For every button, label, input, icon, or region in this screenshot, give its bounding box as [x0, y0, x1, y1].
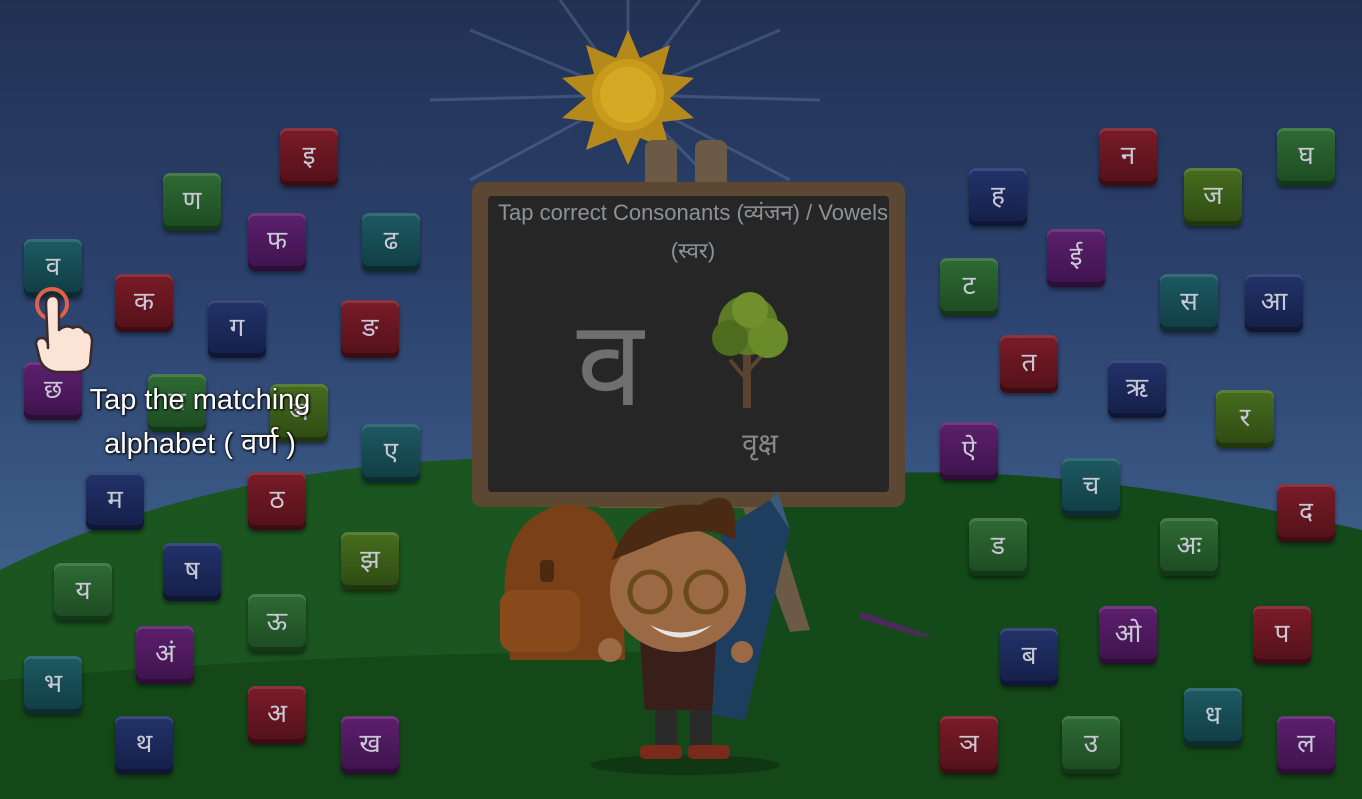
letter-tile[interactable]: आ: [1245, 274, 1303, 332]
letter-tile[interactable]: ए: [362, 424, 420, 482]
letter-tile[interactable]: क: [115, 274, 173, 332]
letter-tile[interactable]: य: [54, 563, 112, 621]
letter-tile[interactable]: त: [1000, 335, 1058, 393]
letter-tile[interactable]: ल: [1277, 716, 1335, 774]
board-word: वृक्ष: [742, 427, 778, 460]
letter-tile[interactable]: अः: [1160, 518, 1218, 576]
letter-tile[interactable]: ड: [969, 518, 1027, 576]
letter-tile[interactable]: ओ: [1099, 606, 1157, 664]
letter-tile[interactable]: उ: [1062, 716, 1120, 774]
letter-tile[interactable]: ष: [163, 543, 221, 601]
letter-tile[interactable]: ढ: [362, 213, 420, 271]
letter-tile[interactable]: प: [1253, 606, 1311, 664]
letter-tile[interactable]: न: [1099, 128, 1157, 186]
letter-tile[interactable]: र: [1216, 390, 1274, 448]
letter-tile[interactable]: ठ: [248, 472, 306, 530]
letter-tile[interactable]: ऋ: [1108, 360, 1166, 418]
letter-tile[interactable]: ध: [1184, 688, 1242, 746]
letter-tile[interactable]: ट: [940, 258, 998, 316]
letter-tile[interactable]: म: [86, 472, 144, 530]
letter-tile[interactable]: ई: [1047, 229, 1105, 287]
letter-tile[interactable]: ञ: [940, 716, 998, 774]
letter-tile[interactable]: ज: [1184, 168, 1242, 226]
letter-tile[interactable]: ख: [341, 716, 399, 774]
letter-tile[interactable]: ङ: [341, 300, 399, 358]
letter-tile[interactable]: अं: [136, 626, 194, 684]
letter-tile[interactable]: द: [1277, 484, 1335, 542]
letter-tile[interactable]: ह: [969, 168, 1027, 226]
letter-tile[interactable]: ऊ: [248, 594, 306, 652]
letter-tile[interactable]: अ: [248, 686, 306, 744]
letter-tile[interactable]: च: [1062, 458, 1120, 516]
letter-tile[interactable]: ब: [1000, 628, 1058, 686]
letter-tile[interactable]: ऐ: [940, 422, 998, 480]
letter-tile[interactable]: स: [1160, 274, 1218, 332]
game-scene: Tap correct Consonants (व्यंजन) / Vowels…: [0, 0, 1362, 799]
letter-tile[interactable]: ण: [163, 173, 221, 231]
board-letter: व: [576, 295, 644, 434]
letter-tile[interactable]: भ: [24, 656, 82, 714]
letter-tile[interactable]: फ: [248, 213, 306, 271]
pointing-hand-icon: [34, 287, 94, 374]
hint-text: Tap the matching alphabet ( वर्ण ): [89, 384, 311, 460]
letter-tile[interactable]: झ: [341, 532, 399, 590]
letter-tile[interactable]: थ: [115, 716, 173, 774]
letter-tile[interactable]: इ: [280, 128, 338, 186]
letter-tile[interactable]: ग: [208, 300, 266, 358]
board-title: Tap correct Consonants (व्यंजन) / Vowels…: [498, 200, 888, 263]
letter-tile[interactable]: घ: [1277, 128, 1335, 186]
